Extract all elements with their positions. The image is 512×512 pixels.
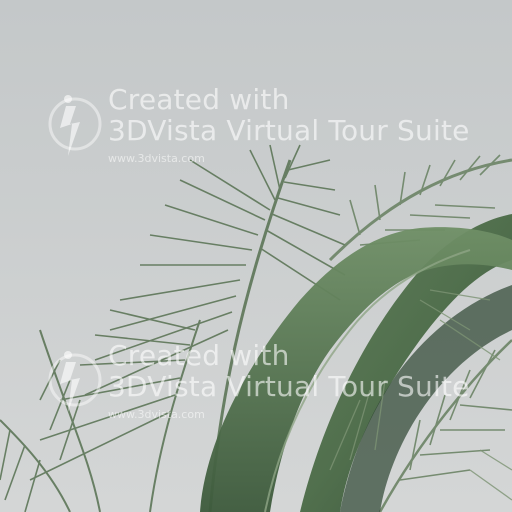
panorama-viewport[interactable]: Created with 3DVista Virtual Tour Suite … [0, 0, 512, 512]
palm-tree-photo [0, 0, 512, 512]
